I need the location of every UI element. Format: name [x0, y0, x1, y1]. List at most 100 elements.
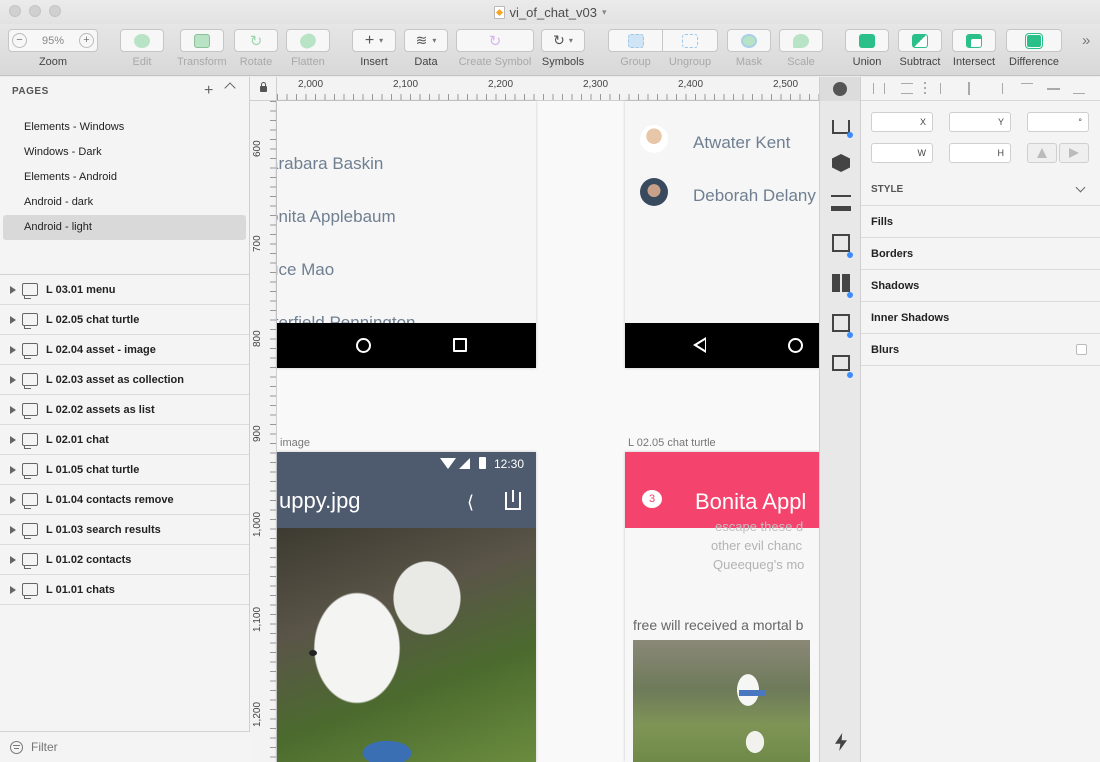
vertical-ruler[interactable]: 600 700 800 900 1,000 1,100 1,200: [250, 101, 277, 762]
style-header[interactable]: STYLE: [861, 174, 1100, 206]
collapse-pages-button[interactable]: [224, 82, 236, 94]
artboard-label[interactable]: image: [280, 437, 310, 449]
filter-input[interactable]: [31, 740, 231, 754]
flip-vertical-button[interactable]: [1059, 143, 1089, 163]
page-item-elements-android[interactable]: Elements - Android: [0, 165, 249, 190]
distribute-vertical-icon[interactable]: [901, 83, 913, 94]
disclosure-triangle-icon[interactable]: [10, 315, 16, 324]
scale-tool[interactable]: Scale: [779, 29, 823, 68]
artboard-contacts-right[interactable]: Atwater Kent Deborah Delany: [625, 101, 819, 368]
share-icon[interactable]: ⟨: [467, 492, 474, 513]
distribute-horizontal-icon[interactable]: [873, 83, 885, 94]
page-item-icons[interactable]: Icons: [0, 105, 249, 115]
disclosure-triangle-icon[interactable]: [10, 405, 16, 414]
artboard-row[interactable]: L 02.04 asset - image: [0, 335, 249, 365]
home-circle-icon[interactable]: [788, 338, 803, 353]
artboard-row[interactable]: L 01.04 contacts remove: [0, 485, 249, 515]
disclosure-triangle-icon[interactable]: [10, 555, 16, 564]
zoom-window-button[interactable]: [49, 5, 61, 17]
add-page-button[interactable]: +: [204, 82, 214, 100]
subtract-tool[interactable]: Subtract: [898, 29, 942, 68]
content-tool[interactable]: [828, 230, 854, 258]
arrange-tool[interactable]: [828, 270, 854, 298]
disclosure-triangle-icon[interactable]: [10, 285, 16, 294]
more-options-icon[interactable]: [924, 82, 926, 94]
align-bottom-icon[interactable]: [1073, 83, 1085, 94]
ungroup-tool[interactable]: Ungroup: [662, 29, 718, 68]
page-item-android-light[interactable]: Android - light: [3, 215, 246, 240]
blurs-section[interactable]: Blurs: [861, 334, 1100, 366]
export-tool[interactable]: [828, 110, 854, 138]
artboard-row[interactable]: L 03.01 menu: [0, 275, 249, 305]
chat-count-badge[interactable]: 3: [642, 490, 662, 508]
difference-tool[interactable]: Difference: [1006, 29, 1062, 68]
close-window-button[interactable]: [9, 5, 21, 17]
page-item-windows-dark[interactable]: Windows - Dark: [0, 140, 249, 165]
blur-checkbox[interactable]: [1076, 344, 1087, 355]
artboard-row[interactable]: L 02.01 chat: [0, 425, 249, 455]
shadows-section[interactable]: Shadows: [861, 270, 1100, 302]
flatten-tool[interactable]: Flatten: [286, 29, 330, 68]
disclosure-triangle-icon[interactable]: [10, 525, 16, 534]
artboard-row[interactable]: L 02.03 asset as collection: [0, 365, 249, 395]
rotate-tool[interactable]: ↻ Rotate: [234, 29, 278, 68]
data-tool[interactable]: ≋ ▾ Data: [404, 29, 448, 68]
page-item-elements-windows[interactable]: Elements - Windows: [0, 115, 249, 140]
disclosure-triangle-icon[interactable]: [10, 585, 16, 594]
y-field[interactable]: Y: [949, 112, 1011, 132]
ruler-lock[interactable]: [250, 77, 277, 101]
artboard-row[interactable]: L 01.02 contacts: [0, 545, 249, 575]
mask-tool[interactable]: Mask: [727, 29, 771, 68]
create-symbol-tool[interactable]: ↻ Create Symbol: [456, 29, 534, 68]
artboard-contacts-left[interactable]: arabara Baskin onita Applebaum uce Mao t…: [277, 101, 536, 368]
artboard-row[interactable]: L 02.05 chat turtle: [0, 305, 249, 335]
add-image-tool[interactable]: [828, 350, 854, 378]
flip-horizontal-button[interactable]: [1027, 143, 1057, 163]
align-left-icon[interactable]: [940, 83, 952, 94]
zoom-out-button[interactable]: −: [12, 33, 27, 48]
layout-tool[interactable]: [828, 190, 854, 216]
align-top-icon[interactable]: [1021, 83, 1033, 94]
window-title-group[interactable]: vi_of_chat_v03 ▾: [493, 5, 606, 20]
fills-section[interactable]: Fills: [861, 206, 1100, 238]
transform-tool[interactable]: Transform: [177, 29, 227, 68]
height-field[interactable]: H: [949, 143, 1011, 163]
align-middle-v-icon[interactable]: [1047, 88, 1060, 90]
minimize-window-button[interactable]: [29, 5, 41, 17]
artboard-row[interactable]: L 02.02 assets as list: [0, 395, 249, 425]
draw-tool[interactable]: [828, 310, 854, 338]
width-field[interactable]: W: [871, 143, 933, 163]
disclosure-triangle-icon[interactable]: [10, 465, 16, 474]
canvas[interactable]: 2,000 2,100 2,200 2,300 2,400 2,500 600 …: [250, 77, 819, 762]
disclosure-triangle-icon[interactable]: [10, 495, 16, 504]
disclosure-triangle-icon[interactable]: [10, 375, 16, 384]
disclosure-triangle-icon[interactable]: [10, 435, 16, 444]
runner-tool[interactable]: [828, 729, 854, 755]
insert-tool[interactable]: + ▾ Insert: [352, 29, 396, 68]
chevron-down-icon[interactable]: [1075, 182, 1086, 193]
artboard-chat-turtle[interactable]: 3 Bonita Appl escape these d other evil …: [625, 452, 819, 762]
union-tool[interactable]: Union: [845, 29, 889, 68]
zoom-in-button[interactable]: +: [79, 33, 94, 48]
borders-section[interactable]: Borders: [861, 238, 1100, 270]
artboard-row[interactable]: L 01.03 search results: [0, 515, 249, 545]
inner-shadows-section[interactable]: Inner Shadows: [861, 302, 1100, 334]
artboard-row[interactable]: L 01.01 chats: [0, 575, 249, 605]
align-center-h-icon[interactable]: [968, 82, 970, 95]
x-field[interactable]: X: [871, 112, 933, 132]
disclosure-triangle-icon[interactable]: [10, 345, 16, 354]
toolbar-overflow-button[interactable]: »: [1082, 32, 1090, 49]
artboard-label[interactable]: L 02.05 chat turtle: [628, 437, 716, 449]
artboard-asset-image[interactable]: 12:30 uppy.jpg ⟨: [277, 452, 536, 762]
page-item-android-dark[interactable]: Android - dark: [0, 190, 249, 215]
horizontal-ruler[interactable]: 2,000 2,100 2,200 2,300 2,400 2,500: [277, 77, 819, 101]
plugin-logo[interactable]: [820, 77, 860, 101]
group-tool[interactable]: Group: [608, 29, 663, 68]
symbol-tool[interactable]: [828, 150, 854, 176]
artboard-row[interactable]: L 01.05 chat turtle: [0, 455, 249, 485]
rotation-field[interactable]: °: [1027, 112, 1089, 132]
filter-icon[interactable]: [10, 740, 23, 754]
zoom-value[interactable]: 95%: [42, 35, 64, 47]
home-circle-icon[interactable]: [356, 338, 371, 353]
recents-square-icon[interactable]: [453, 338, 467, 352]
